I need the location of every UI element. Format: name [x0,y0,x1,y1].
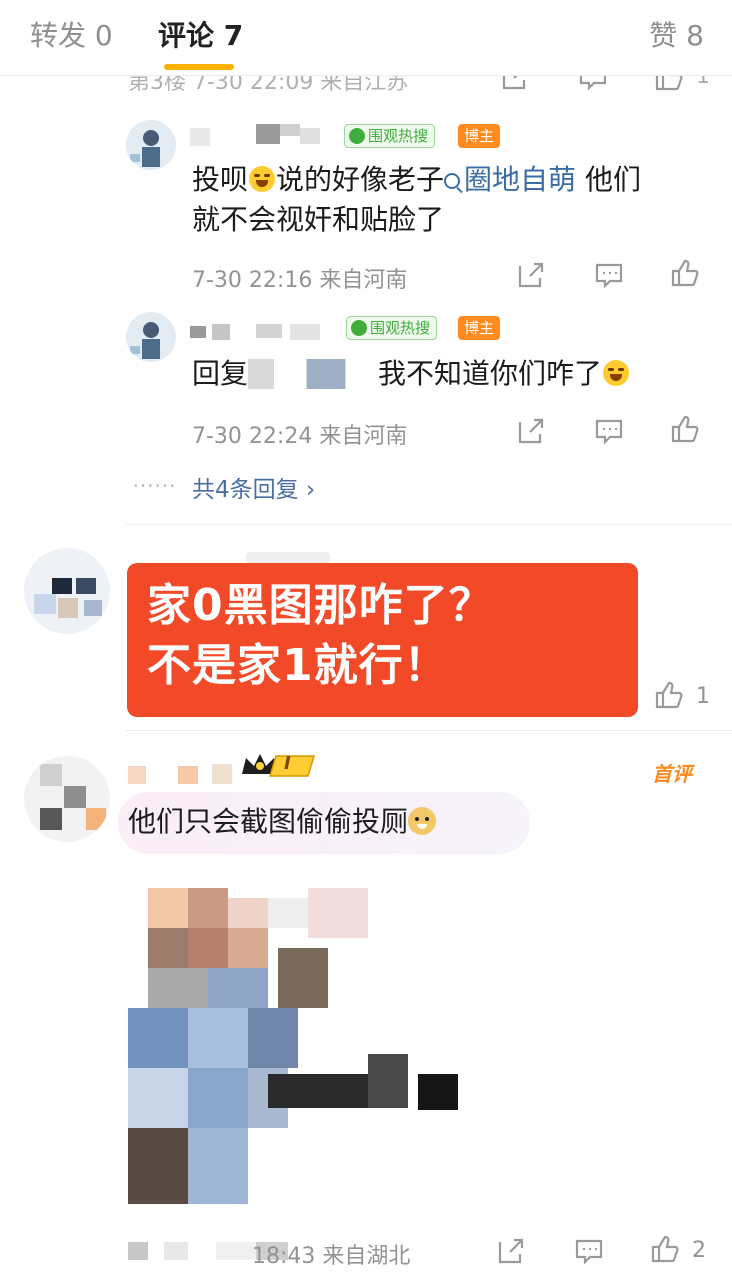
dotted-line: …… [132,468,176,493]
weiguan-resou-badge: 围观热搜 [346,316,438,340]
thumb-up-icon[interactable] [670,258,700,288]
share-icon[interactable] [516,416,546,446]
laugh-cry-emoji [249,166,276,192]
username-mosaic[interactable] [190,122,332,148]
avatar[interactable] [24,756,110,842]
tab-repost[interactable]: 转发 0 [30,14,113,54]
first-comment-tag: 首评 [652,762,692,786]
thumb-up-icon[interactable] [670,414,700,444]
view-more-replies-link[interactable]: 共4条回复 › [192,470,315,504]
comment-icon[interactable] [594,260,624,290]
reply-text: 回复 我不知道你们咋了 [192,354,630,394]
laugh-cry-emoji [603,360,630,386]
overlay-line1: 家0黑图那咋了？ [147,580,494,631]
avatar[interactable] [24,548,110,634]
divider [126,730,732,731]
divider [126,524,732,525]
search-icon [444,173,461,189]
topic-link[interactable]: 圈地自萌 [444,163,576,196]
comment-meta: 18:43 来自湖北 [252,1244,411,1269]
tab-bar: 转发 0 评论 7 赞 8 [0,0,732,76]
comments-page: 转发 0 评论 7 赞 8 第3楼 7-30 22:09 来自江苏 1 围观热搜… [0,0,732,1280]
fire-icon [349,128,365,144]
attached-image-mosaic[interactable] [128,888,468,1204]
weiguan-resou-badge: 围观热搜 [344,124,436,148]
mention-mosaic [248,359,379,389]
overlay-caption-banner: 家0黑图那咋了？ 不是家1就行！ [127,563,638,717]
reply-text-line1: 投呗 说的好像老子 圈地自萌 他们 [192,163,641,196]
thumb-up-icon[interactable] [654,680,684,710]
blogger-badge: 博主 [458,124,501,148]
overlay-line2: 不是家1就行！ [147,640,449,691]
username-mosaic[interactable] [128,762,238,786]
doge-emoji [408,807,437,835]
avatar[interactable] [126,312,176,362]
share-icon[interactable] [496,1236,526,1266]
comment-text: 他们只会截图偷偷投厕 [128,802,437,842]
comment-icon[interactable] [594,416,624,446]
avatar[interactable] [126,120,176,170]
thumb-up-icon[interactable] [650,1234,680,1264]
fan-level-badge: I [240,752,320,778]
active-tab-indicator [164,64,234,70]
share-icon[interactable] [516,260,546,290]
fire-icon [351,320,367,336]
comment-icon[interactable] [574,1236,604,1266]
reply-text-line2: 就不会视奸和贴脸了 [192,203,445,236]
like-count: 1 [696,684,710,709]
username-mosaic[interactable] [190,318,340,344]
tab-like[interactable]: 赞 8 [649,14,704,54]
reply-meta: 7-30 22:24 来自河南 [192,424,408,449]
like-count: 2 [692,1238,706,1263]
blogger-badge: 博主 [458,316,501,340]
tab-comment[interactable]: 评论 7 [158,14,243,54]
reply-meta: 7-30 22:16 来自河南 [192,268,408,293]
